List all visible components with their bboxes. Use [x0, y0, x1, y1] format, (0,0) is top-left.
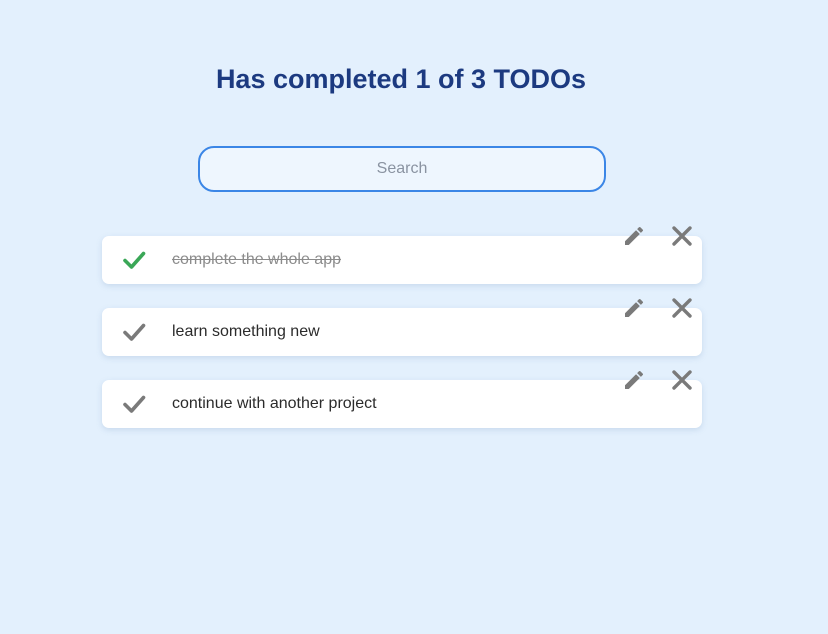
check-icon[interactable] — [122, 393, 146, 415]
todo-item: continue with another project — [102, 370, 702, 428]
search-input[interactable] — [198, 146, 606, 192]
close-icon[interactable] — [670, 296, 694, 320]
check-icon[interactable] — [122, 249, 146, 271]
todo-item: learn something new — [102, 298, 702, 356]
todo-text: learn something new — [172, 323, 320, 340]
page-title: Has completed 1 of 3 TODOs — [215, 64, 587, 94]
close-icon[interactable] — [670, 368, 694, 392]
check-icon[interactable] — [122, 321, 146, 343]
pencil-icon[interactable] — [622, 296, 646, 320]
close-icon[interactable] — [670, 224, 694, 248]
pencil-icon[interactable] — [622, 368, 646, 392]
todo-list: complete the whole app learn something n… — [102, 226, 702, 452]
todo-item: complete the whole app — [102, 226, 702, 284]
todo-text: complete the whole app — [172, 251, 341, 268]
todo-text: continue with another project — [172, 395, 377, 412]
pencil-icon[interactable] — [622, 224, 646, 248]
